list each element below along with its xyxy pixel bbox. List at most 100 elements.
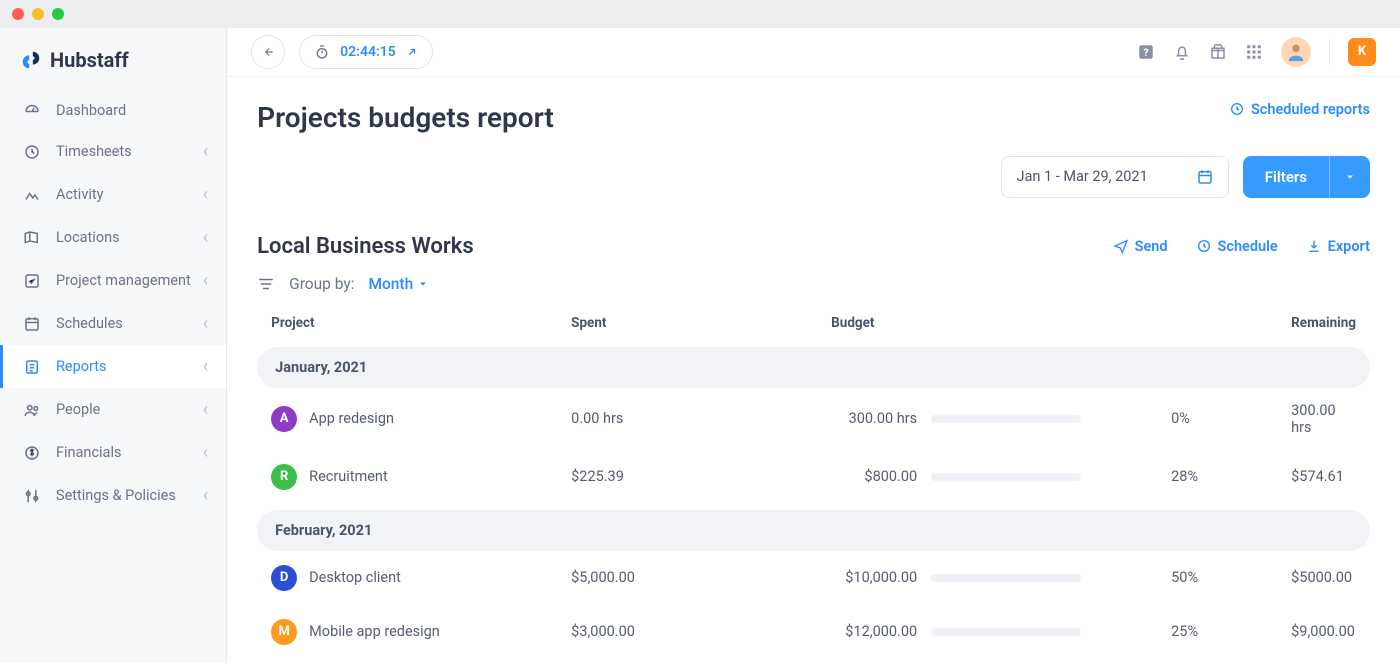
date-range-value: Jan 1 - Mar 29, 2021 bbox=[1016, 168, 1147, 185]
spent-value: $5,000.00 bbox=[571, 569, 831, 586]
sidebar-item-icon bbox=[22, 358, 42, 376]
sidebar-item-icon bbox=[22, 143, 42, 161]
project-avatar: R bbox=[271, 464, 297, 490]
sidebar-item-label: Schedules bbox=[56, 315, 123, 332]
spent-value: $225.39 bbox=[571, 468, 831, 485]
stopwatch-icon bbox=[314, 44, 330, 60]
schedule-button[interactable]: Schedule bbox=[1196, 238, 1278, 255]
sort-icon[interactable] bbox=[257, 275, 275, 293]
table-header: Project Spent Budget Remaining bbox=[257, 315, 1370, 341]
chevron-left-icon: ‹ bbox=[203, 399, 208, 420]
sidebar-nav: DashboardTimesheets‹Activity‹Locations‹P… bbox=[0, 90, 226, 517]
table-row[interactable]: MMobile app redesign$3,000.00$12,000.002… bbox=[257, 605, 1370, 659]
export-button[interactable]: Export bbox=[1306, 238, 1370, 255]
back-button[interactable] bbox=[251, 35, 285, 69]
remaining-value: $5000.00 bbox=[1291, 569, 1356, 586]
budget-pct: 50% bbox=[1171, 569, 1291, 586]
bell-icon[interactable] bbox=[1173, 43, 1191, 61]
project-name: Recruitment bbox=[309, 468, 388, 485]
window-titlebar bbox=[0, 0, 1400, 28]
sidebar-item-label: People bbox=[56, 401, 100, 418]
window-maximize-icon[interactable] bbox=[52, 8, 64, 20]
filters-dropdown-icon[interactable] bbox=[1329, 156, 1370, 198]
remaining-value: $574.61 bbox=[1291, 468, 1356, 485]
budget-value: $12,000.00 bbox=[831, 623, 917, 640]
gift-icon[interactable] bbox=[1209, 43, 1227, 61]
project-avatar: D bbox=[271, 565, 297, 591]
sidebar-item-icon bbox=[22, 186, 42, 204]
col-spent: Spent bbox=[571, 315, 831, 331]
send-button[interactable]: Send bbox=[1113, 238, 1168, 255]
table-row[interactable]: RRecruitment$225.39$800.0028%$574.61 bbox=[257, 450, 1370, 504]
brand-logo-icon bbox=[20, 49, 42, 71]
org-avatar[interactable]: K bbox=[1348, 38, 1376, 66]
sidebar-item-icon bbox=[22, 401, 42, 419]
group-by-value: Month bbox=[368, 275, 413, 293]
budget-pct: 25% bbox=[1171, 623, 1291, 640]
sidebar-item-label: Reports bbox=[56, 358, 107, 375]
sidebar-item-label: Timesheets bbox=[56, 143, 132, 160]
budget-pct: 28% bbox=[1171, 468, 1291, 485]
sidebar-item-label: Activity bbox=[56, 186, 103, 203]
project-name: Desktop client bbox=[309, 569, 401, 586]
sidebar-item-financials[interactable]: Financials ‹ bbox=[0, 431, 226, 474]
sidebar-item-label: Project management bbox=[56, 272, 191, 289]
filters-button[interactable]: Filters bbox=[1243, 156, 1370, 198]
chevron-left-icon: ‹ bbox=[203, 313, 208, 334]
col-remaining: Remaining bbox=[1291, 315, 1356, 331]
window-minimize-icon[interactable] bbox=[32, 8, 44, 20]
sidebar-item-settings-policies[interactable]: Settings & Policies ‹ bbox=[0, 474, 226, 517]
sidebar-item-project-management[interactable]: Project management ‹ bbox=[0, 259, 226, 302]
date-range-picker[interactable]: Jan 1 - Mar 29, 2021 bbox=[1001, 156, 1228, 198]
org-avatar-letter: K bbox=[1358, 44, 1366, 59]
sidebar-item-icon bbox=[22, 101, 42, 119]
chevron-left-icon: ‹ bbox=[203, 270, 208, 291]
filters-label: Filters bbox=[1243, 168, 1329, 186]
open-timer-icon bbox=[406, 46, 418, 58]
sidebar-item-reports[interactable]: Reports‹ bbox=[0, 345, 226, 388]
help-icon[interactable]: ? bbox=[1137, 43, 1155, 61]
sidebar-item-activity[interactable]: Activity‹ bbox=[0, 173, 226, 216]
section-title: Local Business Works bbox=[257, 234, 474, 259]
sidebar-item-label: Settings & Policies bbox=[56, 487, 176, 504]
sidebar-item-icon bbox=[22, 315, 42, 333]
table-row[interactable]: PProduct design21.47 hrs400.00 hrs5%378.… bbox=[257, 659, 1370, 663]
scheduled-reports-label: Scheduled reports bbox=[1251, 101, 1370, 118]
sidebar-item-schedules[interactable]: Schedules ‹ bbox=[0, 302, 226, 345]
budget-bar bbox=[931, 473, 1081, 481]
sidebar-item-icon bbox=[22, 487, 42, 505]
sidebar-item-timesheets[interactable]: Timesheets‹ bbox=[0, 130, 226, 173]
spent-value: 0.00 hrs bbox=[571, 410, 831, 427]
sidebar-item-label: Financials bbox=[56, 444, 121, 461]
sidebar-item-icon bbox=[22, 229, 42, 247]
project-avatar: A bbox=[271, 406, 297, 432]
col-project: Project bbox=[271, 315, 571, 331]
scheduled-reports-link[interactable]: Scheduled reports bbox=[1229, 101, 1370, 118]
brand-logo[interactable]: Hubstaff bbox=[0, 40, 226, 90]
page-title: Projects budgets report bbox=[257, 101, 554, 134]
month-heading: February, 2021 bbox=[257, 510, 1370, 551]
sidebar-item-label: Locations bbox=[56, 229, 120, 246]
chevron-left-icon: ‹ bbox=[203, 485, 208, 506]
sidebar-item-locations[interactable]: Locations ‹ bbox=[0, 216, 226, 259]
topbar: 02:44:15 ? bbox=[227, 28, 1400, 77]
timer-pill[interactable]: 02:44:15 bbox=[299, 35, 433, 69]
table-body: January, 2021AApp redesign0.00 hrs300.00… bbox=[257, 347, 1370, 663]
apps-icon[interactable] bbox=[1245, 43, 1263, 61]
schedule-label: Schedule bbox=[1218, 238, 1278, 255]
budget-bar bbox=[931, 574, 1081, 582]
table-row[interactable]: DDesktop client$5,000.00$10,000.0050%$50… bbox=[257, 551, 1370, 605]
brand-name: Hubstaff bbox=[50, 48, 129, 72]
sidebar-item-icon bbox=[22, 444, 42, 462]
sidebar: Hubstaff DashboardTimesheets‹Activity‹Lo… bbox=[0, 28, 227, 663]
sidebar-item-icon bbox=[22, 272, 42, 290]
sidebar-item-dashboard[interactable]: Dashboard bbox=[0, 90, 226, 130]
sidebar-item-people[interactable]: People ‹ bbox=[0, 388, 226, 431]
group-by-dropdown[interactable]: Month bbox=[368, 275, 429, 293]
chevron-left-icon: ‹ bbox=[203, 227, 208, 248]
window-close-icon[interactable] bbox=[12, 8, 24, 20]
send-label: Send bbox=[1135, 238, 1168, 255]
table-row[interactable]: AApp redesign0.00 hrs300.00 hrs0%300.00 … bbox=[257, 388, 1370, 450]
chevron-left-icon: ‹ bbox=[203, 442, 208, 463]
user-avatar[interactable] bbox=[1281, 37, 1311, 67]
